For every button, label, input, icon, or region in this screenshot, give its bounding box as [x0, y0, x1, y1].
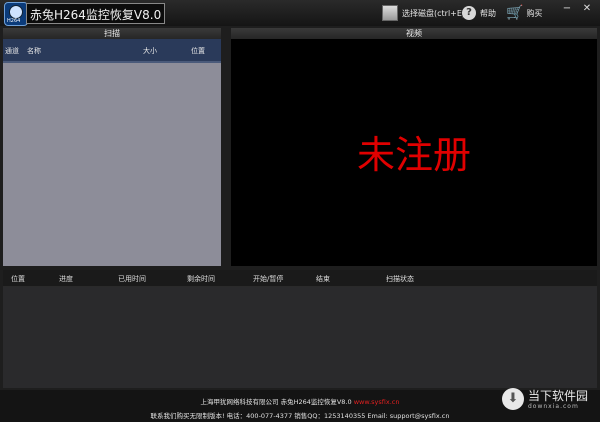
column-start-pause[interactable]: 开始/暂停 [253, 274, 283, 284]
status-column-headers: 位置 进度 已用时间 剩余时间 开始/暂停 结束 扫描状态 [3, 270, 597, 287]
cart-icon: 🛒 [506, 5, 524, 21]
column-position[interactable]: 位置 [191, 46, 205, 56]
help-button[interactable]: ? 帮助 [462, 4, 496, 22]
column-remaining-time[interactable]: 剩余时间 [187, 274, 215, 284]
site-watermark: ⬇ 当下软件园 downxia.com [501, 388, 588, 410]
column-end[interactable]: 结束 [316, 274, 330, 284]
unregistered-watermark: 未注册 [356, 133, 471, 177]
footer-contact-line: 联系我们购买无限制版本! 电话：400-077-4377 销售QQ：125314… [150, 412, 450, 420]
video-panel-header: 视频 [231, 28, 597, 39]
select-disk-label: 选择磁盘(ctrl+E) [402, 8, 466, 18]
scan-file-list[interactable]: 通道 名称 大小 位置 [3, 39, 221, 266]
buy-label: 购买 [526, 8, 543, 18]
status-table-body[interactable] [3, 287, 597, 388]
scan-panel: 扫描 通道 名称 大小 位置 [3, 28, 221, 266]
help-icon: ? [462, 6, 476, 20]
buy-button[interactable]: 🛒 购买 [506, 4, 542, 22]
footer-company: 上海甲犹网络科技有限公司 赤兔H264监控恢复V8.0 [200, 398, 352, 406]
column-size[interactable]: 大小 [143, 46, 157, 56]
select-disk-button[interactable]: 选择磁盘(ctrl+E) [382, 4, 465, 22]
minimize-button[interactable]: − [560, 3, 574, 15]
help-label: 帮助 [480, 8, 496, 18]
scan-status-table: 位置 进度 已用时间 剩余时间 开始/暂停 结束 扫描状态 [3, 270, 597, 388]
video-panel: 视频 未注册 [231, 28, 597, 266]
app-title: 赤兔H264监控恢复V8.0 [30, 8, 162, 22]
column-status-position[interactable]: 位置 [11, 274, 25, 284]
scan-panel-header: 扫描 [3, 28, 221, 39]
watermark-name: 当下软件园 [527, 388, 588, 403]
close-button[interactable]: ✕ [580, 3, 594, 15]
column-elapsed-time[interactable]: 已用时间 [118, 274, 146, 284]
download-arrow-icon: ⬇ [501, 388, 524, 410]
watermark-url: downxia.com [527, 402, 579, 410]
app-title-box: 赤兔H264监控恢复V8.0 [26, 3, 166, 24]
app-logo-tag: H264 [7, 18, 21, 24]
column-progress[interactable]: 进度 [59, 274, 73, 284]
video-preview[interactable]: 未注册 [231, 39, 597, 266]
column-scan-state[interactable]: 扫描状态 [386, 274, 414, 284]
column-name[interactable]: 名称 [27, 46, 41, 56]
app-logo-icon: H264 [4, 2, 28, 26]
scan-column-headers: 通道 名称 大小 位置 [3, 39, 221, 63]
column-channel[interactable]: 通道 [5, 46, 19, 56]
footer-website-link[interactable]: www.sysfix.cn [354, 398, 400, 406]
disk-icon [382, 5, 398, 21]
